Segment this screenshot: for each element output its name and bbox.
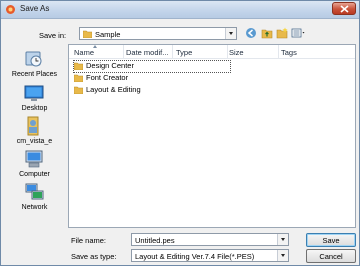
new-folder-icon[interactable]	[276, 27, 288, 39]
column-type[interactable]: Type	[176, 45, 228, 59]
item-name: Design Center	[86, 61, 134, 70]
chevron-down-icon[interactable]	[277, 250, 288, 261]
folder-icon	[83, 30, 92, 38]
place-label: Recent Places	[11, 71, 58, 78]
back-icon[interactable]	[245, 27, 257, 39]
close-icon	[340, 5, 349, 13]
list-item[interactable]: Design Center	[73, 60, 231, 73]
chevron-down-icon[interactable]	[225, 28, 236, 39]
window-title: Save As	[20, 4, 50, 13]
column-date-modified[interactable]: Date modif...	[126, 45, 173, 59]
network-icon	[25, 183, 44, 200]
computer-icon	[25, 150, 43, 168]
column-name[interactable]: Name	[74, 45, 124, 59]
save-as-type-label: Save as type:	[71, 252, 117, 261]
desktop-icon	[24, 85, 44, 101]
column-headers: Name Date modif... Type Size Tags	[69, 45, 355, 59]
cancel-button[interactable]: Cancel	[306, 249, 356, 263]
user-folder-icon	[27, 116, 39, 136]
column-size[interactable]: Size	[229, 45, 279, 59]
save-as-type-dropdown[interactable]: Layout & Editing Ver.7.4 File(*.PES)	[131, 249, 289, 262]
save-as-dialog: Save As Save in: Sample Recent Places De…	[0, 0, 360, 266]
folder-icon	[74, 62, 83, 70]
file-list[interactable]: Name Date modif... Type Size Tags Design…	[68, 44, 356, 228]
save-in-dropdown[interactable]: Sample	[79, 27, 237, 40]
column-tags[interactable]: Tags	[281, 45, 331, 59]
up-folder-icon[interactable]	[261, 27, 273, 39]
place-label: cm_vista_e	[16, 138, 53, 145]
views-menu-icon[interactable]	[291, 27, 307, 39]
places-bar: Recent Places Desktop cm_vista_e Compute…	[3, 45, 66, 245]
title-bar[interactable]: Save As	[1, 1, 359, 19]
app-icon	[6, 5, 15, 14]
save-in-value: Sample	[95, 30, 121, 39]
recent-places-icon	[25, 51, 42, 67]
save-as-type-value: Layout & Editing Ver.7.4 File(*.PES)	[135, 252, 255, 261]
folder-icon	[74, 86, 83, 94]
file-name-label: File name:	[71, 236, 107, 245]
save-in-label: Save in:	[39, 31, 67, 40]
chevron-down-icon[interactable]	[277, 234, 288, 245]
place-label: Desktop	[21, 105, 48, 112]
file-name-field[interactable]: Untitled.pes	[131, 233, 289, 246]
place-label: Network	[21, 204, 48, 211]
close-button[interactable]	[332, 2, 356, 15]
place-label: Computer	[19, 171, 50, 178]
item-name: Font Creator	[86, 73, 129, 82]
save-button[interactable]: Save	[306, 233, 356, 247]
folder-icon	[74, 74, 83, 82]
item-name: Layout & Editing	[86, 85, 141, 94]
file-name-value: Untitled.pes	[135, 236, 175, 245]
